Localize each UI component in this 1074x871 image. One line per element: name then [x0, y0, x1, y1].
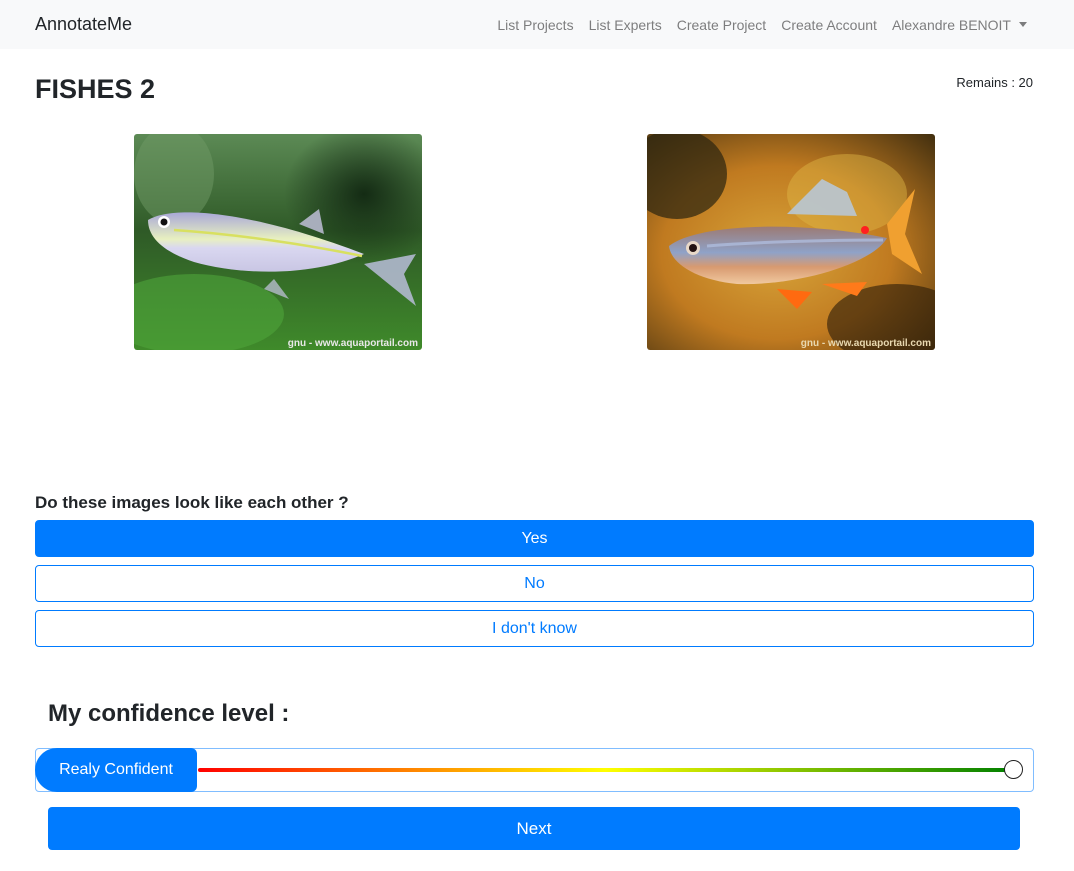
- answer-dont-know-button[interactable]: I don't know: [35, 610, 1034, 647]
- confidence-slider[interactable]: Realy Confident: [35, 748, 1034, 792]
- remains-counter: Remains : 20: [956, 75, 1033, 90]
- confidence-title: My confidence level :: [48, 700, 290, 727]
- brand-logo[interactable]: AnnotateMe: [35, 14, 132, 35]
- project-title: FISHES 2: [35, 74, 156, 104]
- answer-no-button[interactable]: No: [35, 565, 1034, 602]
- nav-create-project[interactable]: Create Project: [677, 17, 766, 33]
- next-button[interactable]: Next: [48, 807, 1020, 850]
- navbar: AnnotateMe List Projects List Experts Cr…: [0, 0, 1074, 49]
- confidence-thumb[interactable]: [1003, 760, 1023, 779]
- nav-list-projects[interactable]: List Projects: [497, 17, 573, 33]
- caret-down-icon: [1019, 22, 1027, 27]
- nav-links: List Projects List Experts Create Projec…: [497, 17, 1027, 33]
- user-menu-dropdown[interactable]: Alexandre BENOIT: [892, 17, 1027, 33]
- confidence-track[interactable]: [198, 768, 1013, 772]
- image-right-watermark: gnu - www.aquaportail.com: [801, 338, 931, 349]
- image-right: gnu - www.aquaportail.com: [647, 134, 935, 350]
- user-name: Alexandre BENOIT: [891, 17, 1011, 33]
- nav-create-account[interactable]: Create Account: [781, 17, 877, 33]
- confidence-label: Realy Confident: [35, 748, 197, 792]
- image-left: gnu - www.aquaportail.com: [134, 134, 422, 350]
- nav-list-experts[interactable]: List Experts: [589, 17, 662, 33]
- question-label: Do these images look like each other ?: [35, 493, 349, 512]
- answer-yes-button[interactable]: Yes: [35, 520, 1034, 557]
- image-left-watermark: gnu - www.aquaportail.com: [288, 338, 418, 349]
